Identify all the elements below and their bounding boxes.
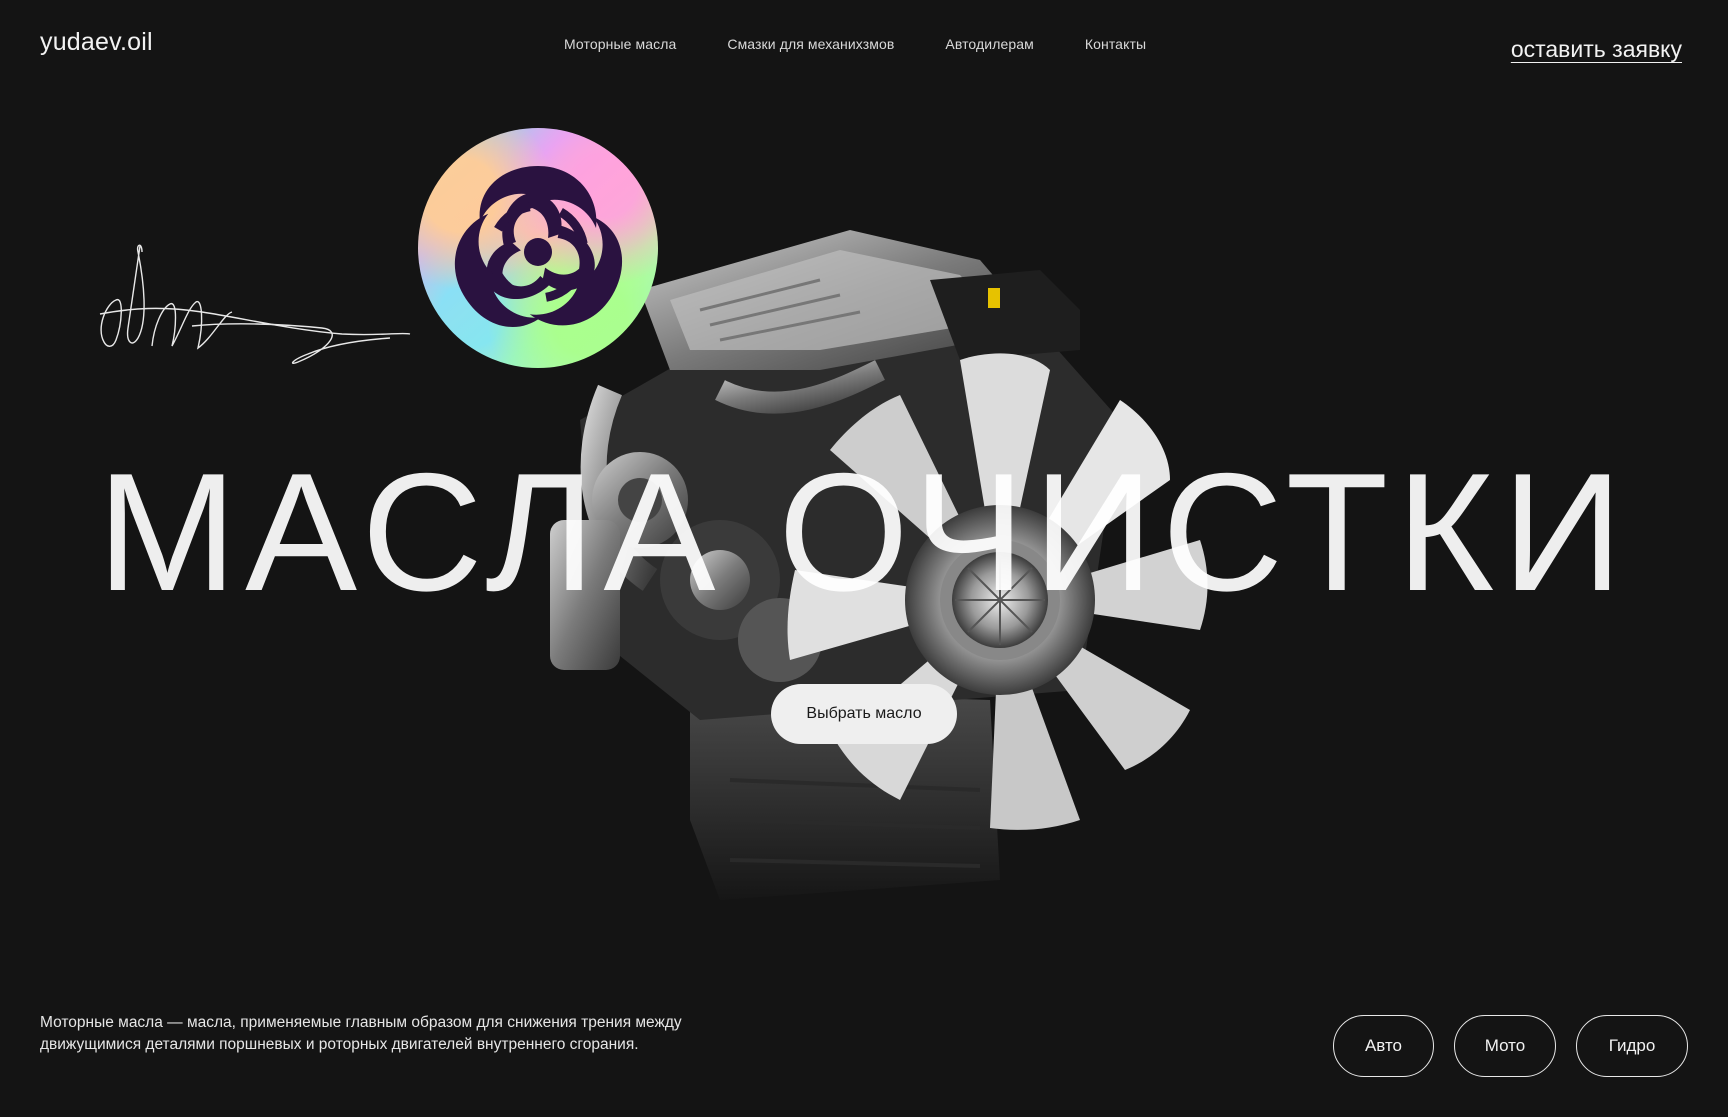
nav-item-motor-oils[interactable]: Моторные масла [564, 36, 676, 52]
hologram-badge [418, 128, 658, 368]
choose-oil-button[interactable]: Выбрать масло [771, 684, 957, 744]
landing-page: yudaev.oil Моторные масла Смазки для мех… [0, 0, 1728, 1117]
category-hydro-button[interactable]: Гидро [1576, 1015, 1688, 1077]
nav-item-contacts[interactable]: Контакты [1085, 36, 1146, 52]
nav-item-greases[interactable]: Смазки для механихзмов [727, 36, 894, 52]
site-logo[interactable]: yudaev.oil [40, 28, 153, 57]
nav-item-dealers[interactable]: Автодилерам [945, 36, 1033, 52]
leave-request-link[interactable]: оставить заявку [1511, 36, 1682, 63]
hero-title: МАСЛА ОЧИСТКИ [97, 438, 1631, 626]
signature-graphic [99, 244, 411, 364]
biohazard-icon [434, 166, 642, 346]
category-auto-button[interactable]: Авто [1333, 1015, 1434, 1077]
category-filter: Авто Мото Гидро [1333, 1015, 1688, 1077]
category-moto-button[interactable]: Мото [1454, 1015, 1556, 1077]
description-text: Моторные масла — масла, применяемые глав… [40, 1014, 682, 1053]
main-nav: Моторные масла Смазки для механихзмов Ав… [564, 36, 1146, 52]
